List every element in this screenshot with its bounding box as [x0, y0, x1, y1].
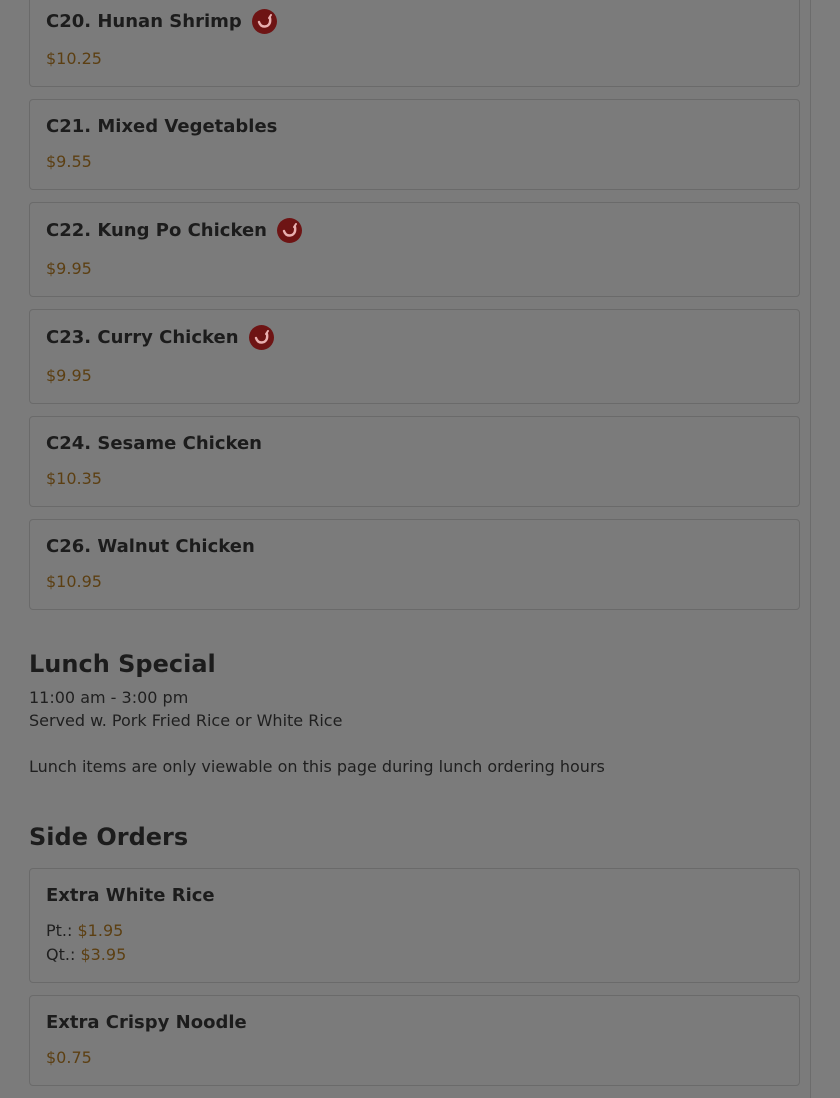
menu-item-title: C20. Hunan Shrimp [46, 11, 242, 32]
price-value: $1.95 [77, 921, 124, 940]
size-label: Pt.: [46, 921, 73, 940]
menu-item-title: C21. Mixed Vegetables [46, 116, 278, 137]
scrollbar[interactable] [810, 0, 840, 1098]
spicy-icon [251, 9, 277, 34]
menu-item-card[interactable]: C24. Sesame Chicken $10.35 [29, 416, 800, 507]
menu-item-price: $10.35 [46, 469, 102, 488]
lunch-served-note: Served w. Pork Fried Rice or White Rice [29, 711, 343, 730]
menu-item-title: C22. Kung Po Chicken [46, 220, 267, 241]
section-title-side-orders: Side Orders [29, 823, 189, 851]
menu-item-card[interactable]: C21. Mixed Vegetables $9.55 [29, 99, 800, 190]
menu-item-price: $0.75 [46, 1048, 92, 1067]
spicy-icon [276, 218, 302, 243]
menu-item-card[interactable]: C22. Kung Po Chicken $9.95 [29, 202, 800, 297]
menu-item-price: $9.95 [46, 366, 92, 385]
size-label: Qt.: [46, 945, 76, 964]
menu-item-card[interactable]: C23. Curry Chicken $9.95 [29, 309, 800, 404]
menu-item-price-quart: Qt.: $3.95 [46, 945, 126, 964]
menu-item-title: C24. Sesame Chicken [46, 433, 262, 454]
menu-item-title: Extra White Rice [46, 885, 215, 906]
spicy-icon [248, 325, 274, 350]
menu-item-price: $9.95 [46, 259, 92, 278]
menu-item-price: $9.55 [46, 152, 92, 171]
menu-item-card[interactable]: C20. Hunan Shrimp $10.25 [29, 0, 800, 87]
lunch-hours: 11:00 am - 3:00 pm [29, 688, 189, 707]
menu-item-title: Extra Crispy Noodle [46, 1012, 247, 1033]
menu-item-title: C26. Walnut Chicken [46, 536, 255, 557]
menu-item-price: $10.25 [46, 49, 102, 68]
section-title-lunch-special: Lunch Special [29, 650, 216, 678]
lunch-availability-note: Lunch items are only viewable on this pa… [29, 757, 605, 776]
menu-item-price: $10.95 [46, 572, 102, 591]
price-value: $3.95 [80, 945, 127, 964]
menu-item-title: C23. Curry Chicken [46, 327, 239, 348]
menu-item-card[interactable]: Extra Crispy Noodle $0.75 [29, 995, 800, 1086]
menu-item-card[interactable]: C26. Walnut Chicken $10.95 [29, 519, 800, 610]
menu-item-price-pint: Pt.: $1.95 [46, 921, 123, 940]
menu-item-card[interactable]: Extra White Rice Pt.: $1.95 Qt.: $3.95 [29, 868, 800, 983]
